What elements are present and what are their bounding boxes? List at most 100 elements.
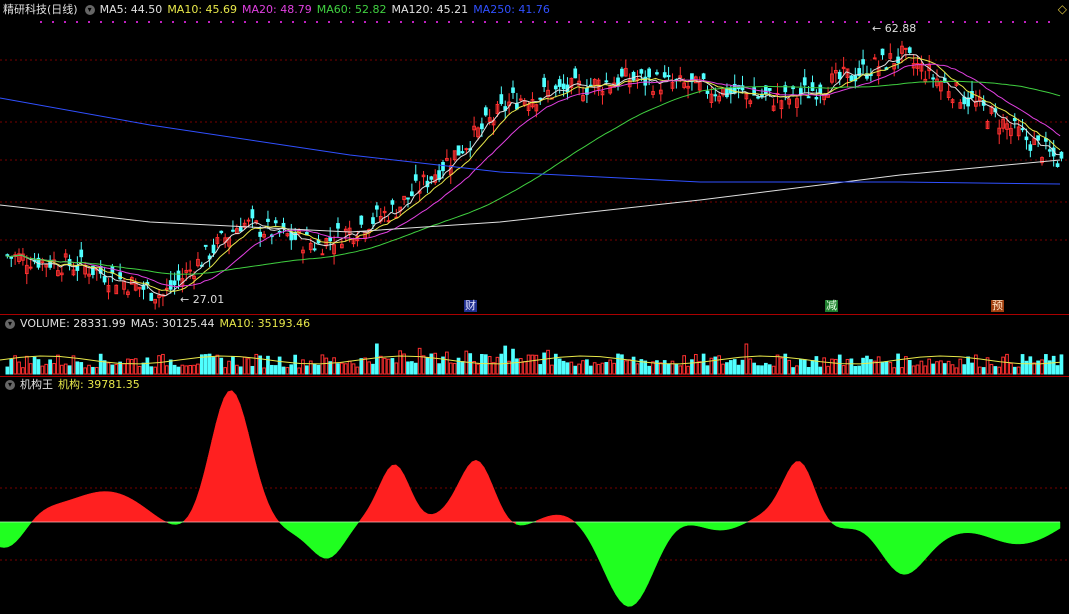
candle-body — [238, 226, 243, 232]
volume-bar — [1020, 354, 1025, 375]
indicator-bar — [1011, 521, 1017, 545]
dot-marker — [136, 21, 138, 23]
volume-bar — [1012, 366, 1017, 375]
candle-body — [561, 83, 566, 90]
indicator-bar — [127, 496, 133, 523]
dot-marker — [952, 21, 954, 23]
volume-bar — [616, 353, 620, 375]
indicator-bar — [567, 517, 573, 523]
volume-title: VOLUME: 28331.99 — [20, 317, 126, 330]
indicator-bar — [539, 517, 545, 523]
candle-body — [643, 76, 648, 86]
volume-bar — [748, 358, 753, 375]
indicator-bar — [595, 521, 601, 563]
indicator-bar — [267, 502, 273, 523]
indicator-bar — [631, 521, 637, 607]
event-marker-forecast[interactable]: 预 — [991, 300, 1004, 312]
indicator-bar — [195, 487, 201, 523]
indicator-bar — [371, 493, 377, 523]
indicator-bar — [107, 491, 113, 523]
indicator-bar — [527, 521, 533, 525]
volume-bar — [308, 360, 313, 375]
indicator-bar — [103, 491, 109, 523]
indicator-bar — [559, 514, 565, 523]
volume-bar — [596, 363, 601, 375]
indicator-bar — [571, 519, 577, 524]
volume-settings-icon[interactable]: ▾ — [5, 319, 15, 329]
candle-body — [483, 107, 488, 116]
volume-bar — [343, 363, 348, 375]
indicator-bar — [439, 506, 445, 523]
candle-body — [390, 200, 395, 205]
volume-bar — [495, 356, 500, 375]
volume-bar — [63, 363, 68, 375]
volume-bar — [227, 360, 231, 375]
volume-bar — [592, 362, 597, 375]
volume-bar — [17, 361, 21, 375]
indicator-bar — [319, 521, 325, 559]
volume-bar — [172, 364, 177, 375]
volume-bar — [390, 358, 395, 375]
volume-bar — [312, 363, 317, 375]
indicator-bar — [431, 512, 437, 523]
volume-bar — [935, 361, 939, 375]
dot-marker — [424, 21, 426, 23]
indicator-bar — [139, 503, 145, 523]
indicator-bar — [1027, 521, 1033, 544]
indicator-bar — [731, 521, 737, 529]
indicator-bar — [643, 521, 649, 592]
candle-body — [79, 249, 84, 258]
candle-body — [1024, 136, 1029, 141]
indicator-bar — [959, 521, 965, 534]
indicator-bar — [7, 521, 13, 548]
indicator-bar — [1023, 521, 1029, 544]
volume-bar — [503, 345, 508, 375]
indicator-bar — [967, 521, 973, 534]
indicator-bar — [299, 521, 305, 543]
indicator-bar — [667, 521, 673, 543]
volume-bar — [569, 361, 574, 375]
dot-marker — [220, 21, 222, 23]
indicator-bar — [51, 504, 57, 523]
settings-icon[interactable]: ▾ — [84, 5, 95, 15]
volume-bar — [993, 366, 998, 375]
dot-marker — [544, 21, 546, 23]
dot-marker — [604, 21, 606, 23]
volume-bar — [1001, 356, 1005, 375]
volume-bar — [608, 359, 613, 375]
volume-bar — [678, 365, 683, 375]
volume-bar — [853, 365, 858, 375]
volume-bar — [530, 354, 535, 375]
indicator-bar — [775, 488, 781, 523]
volume-bar — [511, 348, 515, 375]
indicator-bar — [147, 509, 153, 523]
indicator-bar — [815, 492, 821, 523]
event-marker-reduce[interactable]: 减 — [825, 300, 838, 312]
indicator-bar — [55, 502, 61, 523]
volume-bar — [137, 365, 142, 375]
dot-marker — [256, 21, 258, 23]
candle-body — [441, 162, 445, 172]
volume-bar — [102, 360, 107, 375]
ma-label-1: MA10: 45.69 — [167, 3, 238, 16]
indicator-bar — [767, 501, 773, 523]
volume-bar — [122, 363, 126, 375]
indicator-bar — [247, 432, 253, 523]
volume-bar — [141, 362, 146, 375]
indicator-bar — [491, 484, 497, 523]
volume-bar — [277, 356, 282, 375]
indicator-bar — [447, 494, 453, 523]
event-marker-finance[interactable]: 财 — [464, 300, 477, 312]
indicator-bar — [935, 521, 941, 548]
indicator-bar — [503, 510, 509, 523]
volume-bar — [705, 365, 710, 375]
dot-marker — [760, 21, 762, 23]
candle-body — [149, 292, 154, 301]
indicator-bar — [1003, 521, 1009, 544]
indicator-bar — [455, 480, 461, 523]
volume-bar — [799, 359, 803, 375]
indicator-settings-icon[interactable]: ▾ — [5, 380, 15, 390]
volume-bar — [966, 356, 970, 375]
indicator-bar — [771, 494, 777, 523]
indicator-bar — [315, 521, 321, 557]
